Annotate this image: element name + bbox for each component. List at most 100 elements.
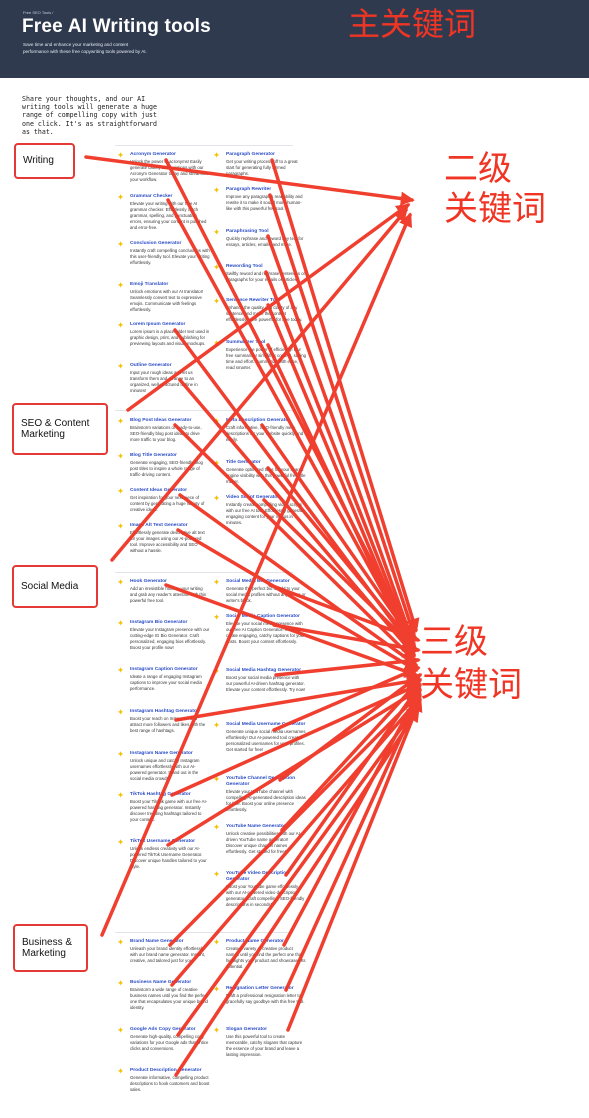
tool-title[interactable]: Product Description Generator: [130, 1068, 210, 1074]
tool-title[interactable]: Hook Generator: [130, 579, 210, 585]
tool-title[interactable]: Business Name Generator: [130, 980, 210, 986]
tool-title[interactable]: Blog Title Generator: [130, 453, 210, 459]
tool-card[interactable]: ✦ Instagram Hashtag Generator Boost your r…: [117, 708, 210, 734]
tool-card[interactable]: ✦ Content Ideas Generator Get inspiration …: [117, 487, 210, 513]
sparkle-icon: ✦: [213, 1025, 221, 1035]
tool-title[interactable]: Emoji Translator: [130, 282, 210, 288]
tool-title[interactable]: Instagram Bio Generator: [130, 620, 210, 626]
tool-card[interactable]: ✦ Paragraph Rewriter Improve any paragraph…: [213, 186, 306, 212]
tool-title[interactable]: Image Alt Text Generator: [130, 523, 210, 529]
tool-title[interactable]: Grammar Checker: [130, 194, 210, 200]
tool-title[interactable]: Sentence Rewriter Tool: [226, 298, 306, 304]
section-divider: [115, 145, 293, 146]
tool-title[interactable]: Blog Post Ideas Generator: [130, 418, 210, 424]
tool-card[interactable]: ✦ Blog Post Ideas Generator Brainstorm var…: [117, 417, 210, 443]
tool-card[interactable]: ✦ Sentence Rewriter Tool Enhance the quali…: [213, 297, 306, 323]
tool-title[interactable]: YouTube Channel Description Generator: [226, 776, 306, 788]
tool-title[interactable]: Paraphrasing Tool: [226, 229, 306, 235]
tool-card[interactable]: ✦ Meta Description Generator Craft informa…: [213, 417, 306, 443]
tool-title[interactable]: Outline Generator: [130, 363, 210, 369]
tool-card[interactable]: ✦ Social Media Bio Generator Generate the …: [213, 578, 306, 604]
page-title: Free AI Writing tools: [22, 16, 211, 37]
tool-title[interactable]: Lorem Ipsum Generator: [130, 322, 210, 328]
category-writing[interactable]: Writing: [14, 143, 75, 179]
tool-title[interactable]: Paragraph Generator: [226, 152, 306, 158]
tool-card[interactable]: ✦ Title Generator Generate optimized title…: [213, 459, 306, 485]
tool-card[interactable]: ✦ Business Name Generator Brainstorm a wid…: [117, 979, 210, 1011]
tool-card[interactable]: ✦ Conclusion Generator Instantly craft com…: [117, 240, 210, 266]
tool-card[interactable]: ✦ Product Name Generator Create a variety …: [213, 938, 306, 970]
sparkle-icon: ✦: [213, 984, 221, 994]
tool-title[interactable]: TikTok Hashtag Generator: [130, 792, 210, 798]
tool-title[interactable]: Google Ads Copy Generator: [130, 1027, 210, 1033]
arrow-line: [260, 423, 414, 643]
tool-title[interactable]: Slogan Generator: [226, 1027, 306, 1033]
tool-card[interactable]: ✦ Paraphrasing Tool Quickly rephrase and r…: [213, 228, 306, 248]
tool-card[interactable]: ✦ Brand Name Generator Unleash your brand …: [117, 938, 210, 964]
tool-title[interactable]: Resignation Letter Generator: [226, 986, 306, 992]
tool-title[interactable]: Instagram Name Generator: [130, 751, 210, 757]
tool-description: Instantly craft compelling conclusions w…: [130, 248, 210, 266]
tool-card[interactable]: ✦ Social Media Caption Generator Elevate y…: [213, 613, 306, 645]
tool-card[interactable]: ✦ Instagram Name Generator Unlock unique a…: [117, 750, 210, 782]
tool-title[interactable]: Brand Name Generator: [130, 939, 210, 945]
tool-card[interactable]: ✦ Blog Title Generator Generate engaging, …: [117, 452, 210, 478]
breadcrumb[interactable]: Free SEO Tools /: [23, 10, 53, 15]
tool-title[interactable]: Title Generator: [226, 460, 306, 466]
tool-title[interactable]: Social Media Caption Generator: [226, 614, 306, 620]
tool-title[interactable]: Rewording Tool: [226, 264, 306, 270]
tool-title[interactable]: Social Media Bio Generator: [226, 579, 306, 585]
tool-card[interactable]: ✦ Resignation Letter Generator Draft a pro…: [213, 985, 306, 1005]
arrow-line: [286, 697, 423, 1032]
arrow-line: [284, 692, 422, 992]
tool-title[interactable]: Summarizer Tool: [226, 340, 306, 346]
category-social-media[interactable]: Social Media: [12, 565, 98, 608]
sparkle-icon: ✦: [117, 749, 125, 759]
sparkle-icon: ✦: [213, 262, 221, 272]
tool-title[interactable]: YouTube Video Description Generator: [226, 871, 306, 883]
tool-card[interactable]: ✦ YouTube Channel Description Generator El…: [213, 775, 306, 813]
tool-title[interactable]: YouTube Name Generator: [226, 824, 306, 830]
tool-title[interactable]: Product Name Generator: [226, 939, 306, 945]
tool-card[interactable]: ✦ Social Media Username Generator Generate…: [213, 721, 306, 753]
tool-description: Craft informative, SEO-friendly meta des…: [226, 425, 304, 443]
tool-title[interactable]: Paragraph Rewriter: [226, 187, 306, 193]
category-business-marketing[interactable]: Business & Marketing: [13, 924, 88, 972]
tool-title[interactable]: Social Media Hashtag Generator: [226, 668, 306, 674]
tool-card[interactable]: ✦ YouTube Video Description Generator Boos…: [213, 870, 306, 908]
tool-title[interactable]: Meta Description Generator: [226, 418, 306, 424]
tool-card[interactable]: ✦ Acronym Generator Unlock the power of ac…: [117, 151, 210, 183]
tool-title[interactable]: Conclusion Generator: [130, 241, 210, 247]
tool-title[interactable]: TikTok Username Generator: [130, 839, 210, 845]
tool-card[interactable]: ✦ Lorem Ipsum Generator Lorem ipsum is a p…: [117, 321, 210, 347]
tool-card[interactable]: ✦ Paragraph Generator Get your writing pro…: [213, 151, 306, 177]
tool-card[interactable]: ✦ Video Script Generator Instantly create …: [213, 494, 306, 526]
tool-card[interactable]: ✦ Instagram Bio Generator Elevate your Ins…: [117, 619, 210, 651]
tool-card[interactable]: ✦ YouTube Name Generator Unlock creative p…: [213, 823, 306, 855]
tool-title[interactable]: Instagram Hashtag Generator: [130, 709, 210, 715]
tool-card[interactable]: ✦ Slogan Generator Use this powerful tool …: [213, 1026, 306, 1058]
tool-title[interactable]: Acronym Generator: [130, 152, 210, 158]
tool-card[interactable]: ✦ Image Alt Text Generator Effortlessly ge…: [117, 522, 210, 554]
tool-card[interactable]: ✦ Product Description Generator Generate i…: [117, 1067, 210, 1093]
tool-title[interactable]: Instagram Caption Generator: [130, 667, 210, 673]
tool-card[interactable]: ✦ Social Media Hashtag Generator Boost you…: [213, 667, 306, 693]
tool-description: Generate high-quality, compelling copy v…: [130, 1034, 209, 1052]
tool-card[interactable]: ✦ Google Ads Copy Generator Generate high-…: [117, 1026, 210, 1052]
tool-card[interactable]: ✦ TikTok Username Generator Unlock endless…: [117, 838, 210, 870]
tool-card[interactable]: ✦ Outline Generator Input your rough ideas…: [117, 362, 210, 394]
tool-title[interactable]: Video Script Generator: [226, 495, 306, 501]
sparkle-icon: ✦: [117, 521, 125, 531]
sparkle-icon: ✦: [117, 707, 125, 717]
tool-card[interactable]: ✦ Emoji Translator Unlock emotions with ou…: [117, 281, 210, 313]
tool-title[interactable]: Social Media Username Generator: [226, 722, 306, 728]
tool-card[interactable]: ✦ TikTok Hashtag Generator Boost your TikT…: [117, 791, 210, 823]
tool-card[interactable]: ✦ Instagram Caption Generator Ideate a ran…: [117, 666, 210, 692]
category-seo-content-marketing[interactable]: SEO & Content Marketing: [12, 403, 108, 455]
tool-card[interactable]: ✦ Rewording Tool Swiftly reword and rephra…: [213, 263, 306, 283]
tool-card[interactable]: ✦ Summarizer Tool Experience the power of …: [213, 339, 306, 371]
tool-title[interactable]: Content Ideas Generator: [130, 488, 210, 494]
tool-card[interactable]: ✦ Hook Generator Add an irresistible hook …: [117, 578, 210, 604]
tool-description: Unlock the power of acronyms! Easily gen…: [130, 159, 209, 183]
tool-card[interactable]: ✦ Grammar Checker Elevate your writing wit…: [117, 193, 210, 231]
